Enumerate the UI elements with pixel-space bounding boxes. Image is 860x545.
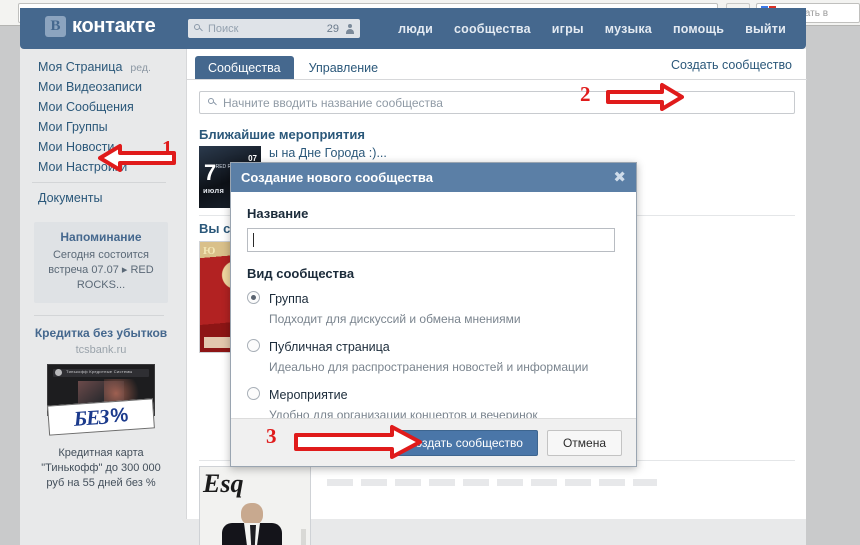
screenshot-root: com/groups ★ Искать в В контакте Поиск 2… — [0, 0, 860, 545]
community-search-input[interactable]: Начните вводить название сообщества — [199, 91, 795, 114]
community-type-label: Вид сообщества — [247, 266, 355, 281]
sidebar-divider — [32, 182, 166, 183]
radio-label: Публичная страница — [269, 340, 390, 354]
community-thumbnail[interactable]: Esq — [199, 466, 311, 545]
radio-description: Идеально для распространения новостей и … — [269, 360, 589, 374]
vk-logo[interactable]: В контакте — [45, 15, 156, 38]
sidebar-item-edit-link[interactable]: ред. — [130, 62, 151, 74]
dialog-header: Создание нового сообщества ✖ — [231, 163, 636, 192]
person-icon — [346, 23, 354, 34]
radio-label: Мероприятие — [269, 388, 348, 402]
header-search-count: 29 — [326, 22, 339, 35]
sidebar-item-my-page[interactable]: Моя Страница ред. — [20, 57, 178, 77]
radio-option-group[interactable]: Группа Подходит для дискуссий и обмена м… — [247, 290, 620, 326]
ad-url: tcsbank.ru — [75, 344, 127, 356]
radio-icon[interactable] — [247, 339, 260, 352]
placeholder-text-line — [327, 479, 657, 486]
section-title-upcoming: Ближайшие мероприятия — [199, 127, 365, 142]
site-header: В контакте Поиск 29 люди сообщества игры… — [20, 8, 806, 49]
sidebar-item-label: Мои Настройки — [38, 160, 128, 174]
vk-logo-badge: В — [45, 16, 66, 37]
create-community-button[interactable]: Создать сообщество — [391, 429, 538, 456]
sidebar-item-my-videos[interactable]: Мои Видеозаписи — [20, 77, 178, 97]
cancel-button[interactable]: Отмена — [546, 429, 622, 456]
nav-item-games[interactable]: игры — [552, 22, 584, 36]
sidebar-item-label: Моя Страница — [38, 60, 123, 74]
content-tabs: Сообщества Управление — [187, 54, 391, 79]
text-cursor — [253, 233, 254, 247]
tab-management[interactable]: Управление — [296, 56, 392, 79]
radio-option-public-page[interactable]: Публичная страница Идеально для распрост… — [247, 338, 620, 374]
sidebar-menu: Моя Страница ред. Мои Видеозаписи Мои Со… — [20, 49, 178, 212]
ad-title: Кредитка без убытков — [34, 326, 168, 340]
sidebar-item-label: Мои Группы — [38, 120, 108, 134]
search-icon — [208, 98, 217, 107]
header-nav: люди сообщества игры музыка помощь выйти — [398, 8, 786, 49]
community-name-input[interactable] — [247, 228, 615, 252]
create-community-link[interactable]: Создать сообщество — [671, 58, 792, 72]
reminder-title: Напоминание — [60, 230, 142, 244]
sidebar-item-label: Мои Сообщения — [38, 100, 134, 114]
nav-item-people[interactable]: люди — [398, 22, 433, 36]
sidebar-item-label: Мои Новости — [38, 140, 115, 154]
sidebar-item-documents[interactable]: Документы — [20, 188, 178, 208]
sidebar-item-my-groups[interactable]: Мои Группы — [20, 117, 178, 137]
create-community-dialog: Создание нового сообщества ✖ Название Ви… — [230, 162, 637, 467]
ad-banner-brand: Тинькофф Кредитные Системы — [66, 369, 133, 374]
ad-banner-label: БЕЗ % — [47, 398, 155, 436]
radio-description: Подходит для дискуссий и обмена мнениями — [269, 312, 521, 326]
event-title[interactable]: ы на Дне Города :)... — [269, 146, 789, 160]
dialog-title: Создание нового сообщества — [241, 170, 433, 185]
dialog-body: Название Вид сообщества Группа Подходит … — [231, 192, 636, 422]
radio-label: Группа — [269, 292, 309, 306]
sidebar-divider — [34, 315, 164, 316]
dialog-footer: Создать сообщество Отмена — [231, 418, 636, 466]
ad-banner-word1: БЕЗ — [72, 404, 110, 431]
name-field-label: Название — [247, 206, 309, 221]
community-search-placeholder: Начните вводить название сообщества — [223, 95, 443, 110]
close-icon[interactable]: ✖ — [613, 170, 626, 185]
sidebar-item-my-news[interactable]: Мои Новости — [20, 137, 178, 157]
esquire-logo: Esq — [203, 469, 244, 498]
reminder-text: Сегодня состоится встреча 07.07 ▸ RED RO… — [48, 249, 154, 291]
reminder-widget[interactable]: Напоминание Сегодня состоится встреча 07… — [34, 222, 168, 303]
sidebar-item-label: Мои Видеозаписи — [38, 80, 143, 94]
nav-item-music[interactable]: музыка — [605, 22, 652, 36]
sidebar-item-label: Документы — [38, 191, 103, 205]
sidebar: Моя Страница ред. Мои Видеозаписи Мои Со… — [20, 49, 178, 491]
event-day: 7 — [204, 160, 217, 185]
header-search-placeholder: Поиск — [208, 22, 239, 35]
nav-item-help[interactable]: помощь — [673, 22, 724, 36]
nav-item-groups[interactable]: сообщества — [454, 22, 531, 36]
header-search-input[interactable]: Поиск 29 — [188, 19, 360, 38]
radio-icon[interactable] — [247, 387, 260, 400]
nav-item-logout[interactable]: выйти — [745, 22, 786, 36]
radio-option-event[interactable]: Мероприятие Удобно для организации конце… — [247, 386, 620, 422]
ad-description: Кредитная карта "Тинькофф" до 300 000 ру… — [41, 447, 161, 489]
sidebar-item-my-messages[interactable]: Мои Сообщения — [20, 97, 178, 117]
tabs-underline — [187, 79, 807, 80]
event-month: июля — [203, 186, 225, 195]
search-icon — [194, 24, 203, 33]
tab-communities[interactable]: Сообщества — [195, 56, 294, 79]
vk-logo-text: контакте — [72, 15, 156, 37]
sidebar-ad[interactable]: Кредитка без убытков tcsbank.ru Тинькофф… — [34, 326, 168, 491]
radio-icon[interactable] — [247, 291, 260, 304]
sidebar-item-my-settings[interactable]: Мои Настройки — [20, 157, 178, 177]
ad-banner-word2: % — [109, 403, 129, 427]
